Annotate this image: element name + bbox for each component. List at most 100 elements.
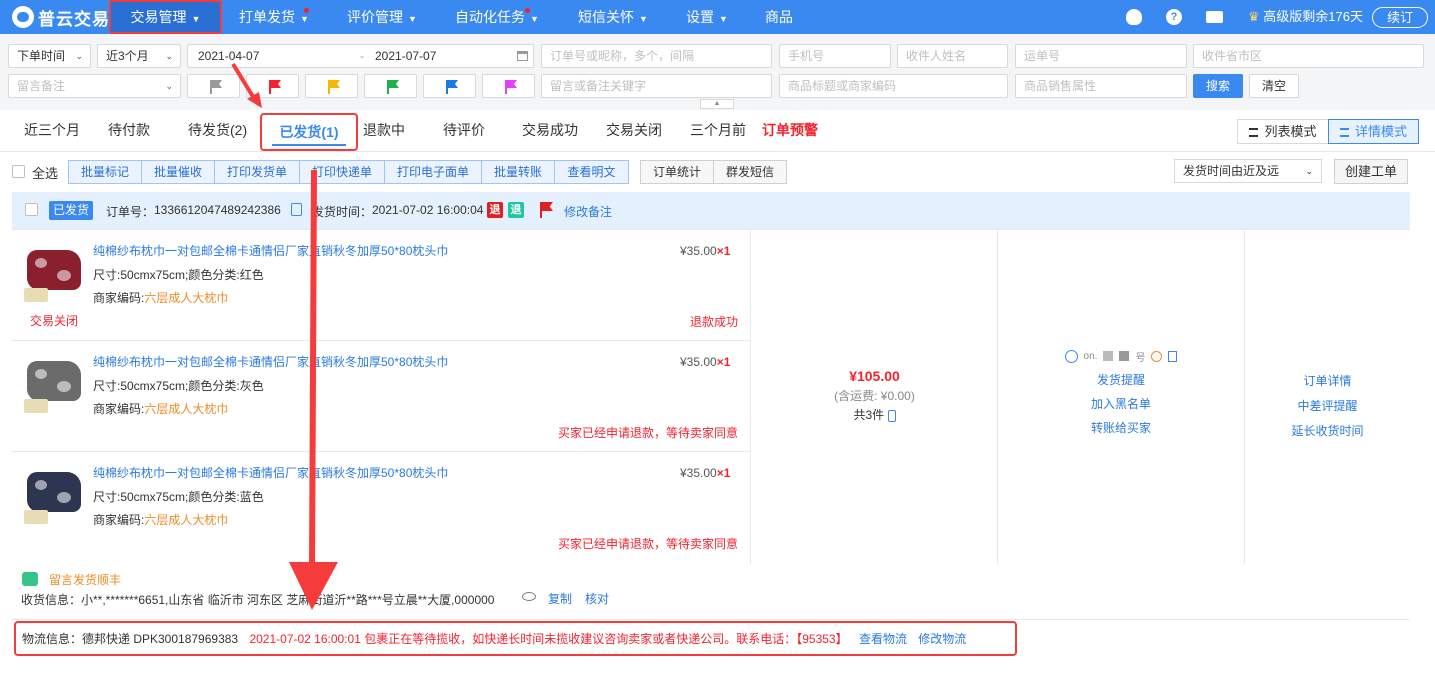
customer-service-icon[interactable] (1126, 0, 1142, 34)
pillow-image (27, 472, 81, 512)
product-title-link[interactable]: 纯棉纱布枕巾一对包邮全棉卡通情侣厂家直销秋冬加厚50*80枕头巾 (93, 353, 448, 370)
select-all-label[interactable]: 全选 (32, 163, 58, 182)
extend-receipt-time-link[interactable]: 延长收货时间 (1245, 422, 1410, 439)
top-nav: 普云交易 交易管理 ▼ 打单发货 ▼ 评价管理 ▼ 自动化任务 ▼ 短信关怀 ▼ 设置 ▼ … (0, 0, 1435, 34)
red-flag-icon[interactable] (540, 202, 542, 218)
ticket-icon[interactable] (1206, 0, 1223, 34)
waybill-input[interactable]: 运单号 (1015, 44, 1187, 68)
flag-yellow-toggle[interactable] (305, 74, 358, 98)
create-ticket-button[interactable]: 创建工单 (1334, 159, 1408, 184)
verify-address-link[interactable]: 核对 (585, 590, 609, 607)
copy-icon[interactable] (291, 203, 302, 216)
nav-settings[interactable]: 设置 ▼ (686, 0, 728, 34)
region-input[interactable]: 收件省市区 (1193, 44, 1424, 68)
column-divider (750, 230, 751, 564)
print-eform-button[interactable]: 打印电子面单 (384, 160, 482, 184)
nav-products[interactable]: 商品 (765, 0, 793, 34)
mass-sms-button[interactable]: 群发短信 (713, 160, 787, 184)
negative-review-reminder-link[interactable]: 中差评提醒 (1245, 397, 1410, 414)
tab-success[interactable]: 交易成功 (522, 110, 578, 152)
sort-select[interactable]: 发货时间由近及远 ⌄ (1174, 159, 1322, 183)
view-plaintext-button[interactable]: 查看明文 (554, 160, 629, 184)
batch-transfer-button[interactable]: 批量转账 (481, 160, 555, 184)
red-flag-icon[interactable] (542, 202, 553, 211)
product-image[interactable] (24, 466, 84, 528)
sales-attr-input[interactable]: 商品销售属性 (1015, 74, 1187, 98)
tab-shipped[interactable]: 已发货(1) (260, 113, 358, 151)
help-icon[interactable]: ? (1166, 0, 1182, 34)
order-detail-link[interactable]: 订单详情 (1245, 372, 1410, 389)
item-count: 共3件 (752, 406, 997, 423)
search-button[interactable]: 搜索 (1193, 74, 1243, 98)
phone-input[interactable]: 手机号 (779, 44, 891, 68)
tab-order-warning[interactable]: 订单预警 (762, 110, 818, 152)
list-mode-button[interactable]: 列表模式 (1237, 119, 1329, 144)
renew-button[interactable]: 续订 (1372, 7, 1428, 28)
receiver-name-input[interactable]: 收件人姓名 (897, 44, 1008, 68)
nav-review-management[interactable]: 评价管理 ▼ (347, 0, 417, 34)
batch-mark-button[interactable]: 批量标记 (68, 160, 142, 184)
view-logistics-link[interactable]: 查看物流 (859, 632, 907, 646)
message-icon (22, 572, 38, 586)
copy-address-link[interactable]: 复制 (548, 590, 572, 607)
product-search-input[interactable]: 商品标题或商家编码 (779, 74, 1008, 98)
product-title-link[interactable]: 纯棉纱布枕巾一对包邮全棉卡通情侣厂家直销秋冬加厚50*80枕头巾 (93, 464, 448, 481)
flag-green-toggle[interactable] (364, 74, 417, 98)
order-search-input[interactable]: 订单号或昵称，多个，间隔 (541, 44, 772, 68)
ship-reminder-link[interactable]: 发货提醒 (998, 371, 1244, 388)
tab-last-three-months[interactable]: 近三个月 (24, 110, 80, 152)
eye-icon[interactable] (522, 592, 536, 601)
tab-pending-review[interactable]: 待评价 (443, 110, 485, 152)
add-blacklist-link[interactable]: 加入黑名单 (998, 395, 1244, 412)
batch-remind-button[interactable]: 批量催收 (141, 160, 215, 184)
remark-keyword-input[interactable]: 留言或备注关键字 (541, 74, 772, 98)
tab-pending-shipment[interactable]: 待发货(2) (188, 110, 247, 152)
nav-trade-management[interactable]: 交易管理 ▼ (109, 0, 222, 34)
button-label: 列表模式 (1264, 124, 1317, 139)
print-delivery-note-button[interactable]: 打印发货单 (214, 160, 300, 184)
order-status-tabs: 近三个月 待付款 待发货(2) 已发货(1) 退款中 待评价 交易成功 交易关闭… (0, 110, 1435, 152)
nav-label: 商品 (765, 9, 793, 25)
trade-closed-note: 交易关闭 (30, 314, 79, 328)
filter-panel: 下单时间 ⌄ 近3个月 ⌄ 2021-04-07 - 2021-07-07 订单号或… (0, 34, 1435, 110)
user-icon[interactable] (1151, 350, 1163, 362)
collapse-filters-icon[interactable]: ▲ (700, 99, 734, 109)
date-start[interactable]: 2021-04-07 (198, 49, 259, 63)
date-end[interactable]: 2021-07-07 (375, 45, 436, 67)
nav-print-ship[interactable]: 打单发货 ▼ (239, 0, 309, 34)
product-image[interactable] (24, 244, 84, 306)
tab-pending-payment[interactable]: 待付款 (108, 110, 150, 152)
tab-closed[interactable]: 交易关闭 (606, 110, 662, 152)
flag-purple-toggle[interactable] (482, 74, 535, 98)
merchant-code-label: 商家编码: (93, 291, 145, 305)
crown-icon: ♛ (1248, 9, 1260, 24)
remark-type-select[interactable]: 留言备注 ⌄ (8, 74, 181, 98)
time-range-select[interactable]: 近3个月 ⌄ (97, 44, 181, 68)
nav-automation[interactable]: 自动化任务 ▼ (455, 0, 539, 34)
nav-sms-care[interactable]: 短信关怀 ▼ (578, 0, 648, 34)
edit-logistics-link[interactable]: 修改物流 (918, 632, 966, 646)
product-image[interactable] (24, 355, 84, 417)
detail-mode-button[interactable]: 详情模式 (1328, 119, 1419, 144)
flag-gray-toggle[interactable] (187, 74, 240, 98)
tab-older-than-three-months[interactable]: 三个月前 (690, 110, 746, 152)
copy-icon[interactable] (1168, 350, 1178, 362)
app-logo[interactable]: 普云交易 (12, 5, 110, 29)
date-range-picker[interactable]: 2021-04-07 - 2021-07-07 (187, 44, 534, 68)
edit-remark-link[interactable]: 修改备注 (564, 203, 612, 220)
order-header: 已发货 订单号： 1336612047489242386 发货时间： 2021-… (12, 192, 1410, 229)
product-title-link[interactable]: 纯棉纱布枕巾一对包邮全棉卡通情侣厂家直销秋冬加厚50*80枕头巾 (93, 242, 448, 259)
tab-refunding[interactable]: 退款中 (363, 110, 405, 152)
select-all-checkbox[interactable] (12, 165, 25, 178)
flag-blue-toggle[interactable] (423, 74, 476, 98)
time-type-select[interactable]: 下单时间 ⌄ (8, 44, 91, 68)
order-checkbox[interactable] (25, 203, 38, 216)
clear-button[interactable]: 清空 (1249, 74, 1299, 98)
wangwang-icon[interactable] (1064, 349, 1078, 363)
flag-red-toggle[interactable] (246, 74, 299, 98)
transfer-to-buyer-link[interactable]: 转账给买家 (998, 419, 1244, 436)
print-express-button[interactable]: 打印快递单 (299, 160, 385, 184)
ship-time-label: 发货时间： (312, 205, 373, 219)
order-stats-button[interactable]: 订单统计 (640, 160, 714, 184)
buyer-nickname[interactable]: on. (1084, 351, 1098, 362)
